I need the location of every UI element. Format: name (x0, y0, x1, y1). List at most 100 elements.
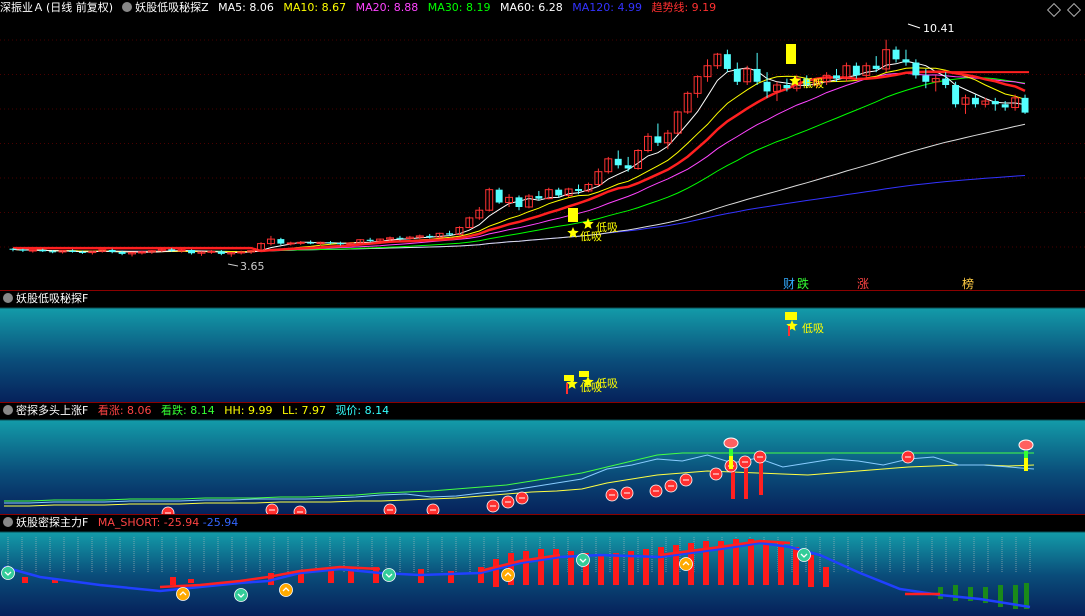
period-label[interactable]: (日线 前复权) (46, 1, 113, 14)
ll-value: LL: 7.97 (281, 404, 326, 417)
candle-body-down (49, 251, 57, 253)
panel4-toggle-icon[interactable] (3, 517, 13, 527)
mainforce-bar (538, 549, 544, 585)
candle-body-down (188, 250, 196, 254)
candle-body-down (833, 75, 840, 79)
candle-body-up (28, 249, 37, 252)
bull-panel: 密探多头上涨F 看涨: 8.06 看跌: 8.14 HH: 9.99 LL: 7… (0, 403, 1085, 515)
mainforce-bar (643, 549, 649, 585)
ma20-value: MA20: 8.88 (355, 1, 419, 14)
panel4-header: 妖股密探主力F MA_SHORT: -25.94 -25.94 (0, 515, 244, 531)
ma10-line (12, 67, 1026, 253)
candle-body-down (555, 189, 563, 196)
candle-body-down (446, 233, 454, 235)
candlestick-chart (0, 23, 1085, 267)
mainforce-bar (613, 553, 619, 585)
ma120-line (12, 175, 1026, 252)
flame-pillar-top (729, 449, 733, 456)
mainforce-bar (763, 541, 769, 585)
mainforce-bar (823, 567, 829, 587)
mainforce-bar (778, 543, 784, 585)
panel3-toggle-icon[interactable] (3, 405, 13, 415)
signal-label-3: 低吸 (802, 77, 824, 90)
candle-body-down (9, 248, 17, 250)
candle-body-down (922, 75, 930, 82)
indicator-toggle-icon[interactable] (122, 2, 133, 12)
sell-signal-icon (797, 548, 811, 562)
main-chart-panel: 深振业Ａ (日线 前复权) 妖股低吸秘探Z MA5: 8.06 MA10: 8.67… (0, 0, 1085, 291)
trend-value: 趋势线: 9.19 (651, 1, 717, 14)
low-price-label: 3.65 (240, 260, 265, 273)
bull-volume-bar (759, 459, 763, 495)
candle-body-down (654, 136, 662, 143)
candle-body-down (872, 65, 880, 69)
candle-body-down (1001, 104, 1009, 108)
candle-body-down (991, 101, 999, 105)
ma60-value: MA60: 6.28 (500, 1, 563, 14)
flame-pillar-top (1024, 451, 1028, 458)
panel3-title[interactable]: 密探多头上涨F (16, 404, 88, 417)
candle-body-up (296, 241, 305, 244)
candle-body-down (575, 189, 583, 191)
mainforce-bar (22, 577, 28, 583)
bull-volume-bar (731, 471, 735, 499)
bull-trend-chart (4, 437, 1035, 515)
candle-body-down (723, 54, 731, 69)
panel2-title[interactable]: 妖股低吸秘探F (16, 292, 88, 305)
ma5-value: MA5: 8.06 (218, 1, 274, 14)
stock-name[interactable]: 深振业Ａ (0, 1, 44, 14)
sell-signal-icon (1, 566, 15, 580)
buy-signal-icon (279, 583, 293, 597)
mainforce-bar (673, 545, 679, 585)
panel2-header: 妖股低吸秘探F (0, 291, 94, 307)
candle-body-up (237, 251, 246, 254)
candle-body-down (327, 242, 334, 244)
candle-body-down (515, 197, 523, 207)
indicator-name[interactable]: 妖股低吸秘探Z (135, 1, 209, 14)
candle-body-down (426, 235, 434, 238)
signal-candle (786, 44, 796, 64)
candle-body-down (763, 81, 771, 92)
bull-volume-bar (744, 465, 748, 499)
panel4-title[interactable]: 妖股密探主力F (16, 516, 88, 529)
candle-body-up (137, 251, 146, 254)
mainforce-bar (658, 547, 664, 585)
mainforce-bar (598, 555, 604, 585)
ma20-line (12, 72, 1026, 253)
mainforce-bar-down (953, 585, 958, 601)
candle-body-down (971, 97, 979, 105)
p2-signal-label-1: 低吸 (802, 322, 824, 335)
candle-body-down (307, 242, 315, 244)
ma30-line (12, 77, 1026, 252)
buy-signal-icon (679, 557, 693, 571)
down-value: 看跌: 8.14 (161, 404, 215, 417)
flame-icon (1018, 439, 1034, 451)
candle-body-down (118, 251, 126, 254)
trend-line (13, 70, 1026, 253)
mainforce-bar (523, 551, 529, 585)
panel2-toggle-icon[interactable] (3, 293, 13, 303)
ma-short-value: MA_SHORT: -25.94 (97, 516, 200, 529)
sell-signal-icon (382, 568, 396, 582)
mainforce-bar (188, 579, 194, 583)
panel3-header: 密探多头上涨F 看涨: 8.06 看跌: 8.14 HH: 9.99 LL: 7… (0, 403, 395, 419)
candle-body-down (1021, 97, 1029, 113)
candle-body-down (396, 237, 404, 239)
high-price-label: 10.41 (923, 22, 955, 35)
signal-label-2: 低吸 (596, 221, 618, 234)
flame-icon (723, 437, 739, 449)
mainforce-bar (170, 577, 176, 585)
candle-body-down (366, 239, 374, 242)
mainforce-bar (493, 559, 499, 587)
candle-body-up (286, 242, 295, 245)
candle-body-down (733, 68, 741, 82)
candle-body-down (69, 250, 76, 252)
mainforce-panel: 妖股密探主力F MA_SHORT: -25.94 -25.94 (0, 515, 1085, 616)
main-header: 深振业Ａ (日线 前复权) 妖股低吸秘探Z MA5: 8.06 MA10: 8.67… (0, 0, 722, 16)
candle-body-down (108, 250, 116, 252)
ma10-value: MA10: 8.67 (283, 1, 347, 14)
candle-body-down (495, 189, 503, 203)
buy-signal-icon (501, 568, 515, 582)
candle-body-down (902, 59, 910, 63)
candle-body-down (753, 68, 761, 82)
